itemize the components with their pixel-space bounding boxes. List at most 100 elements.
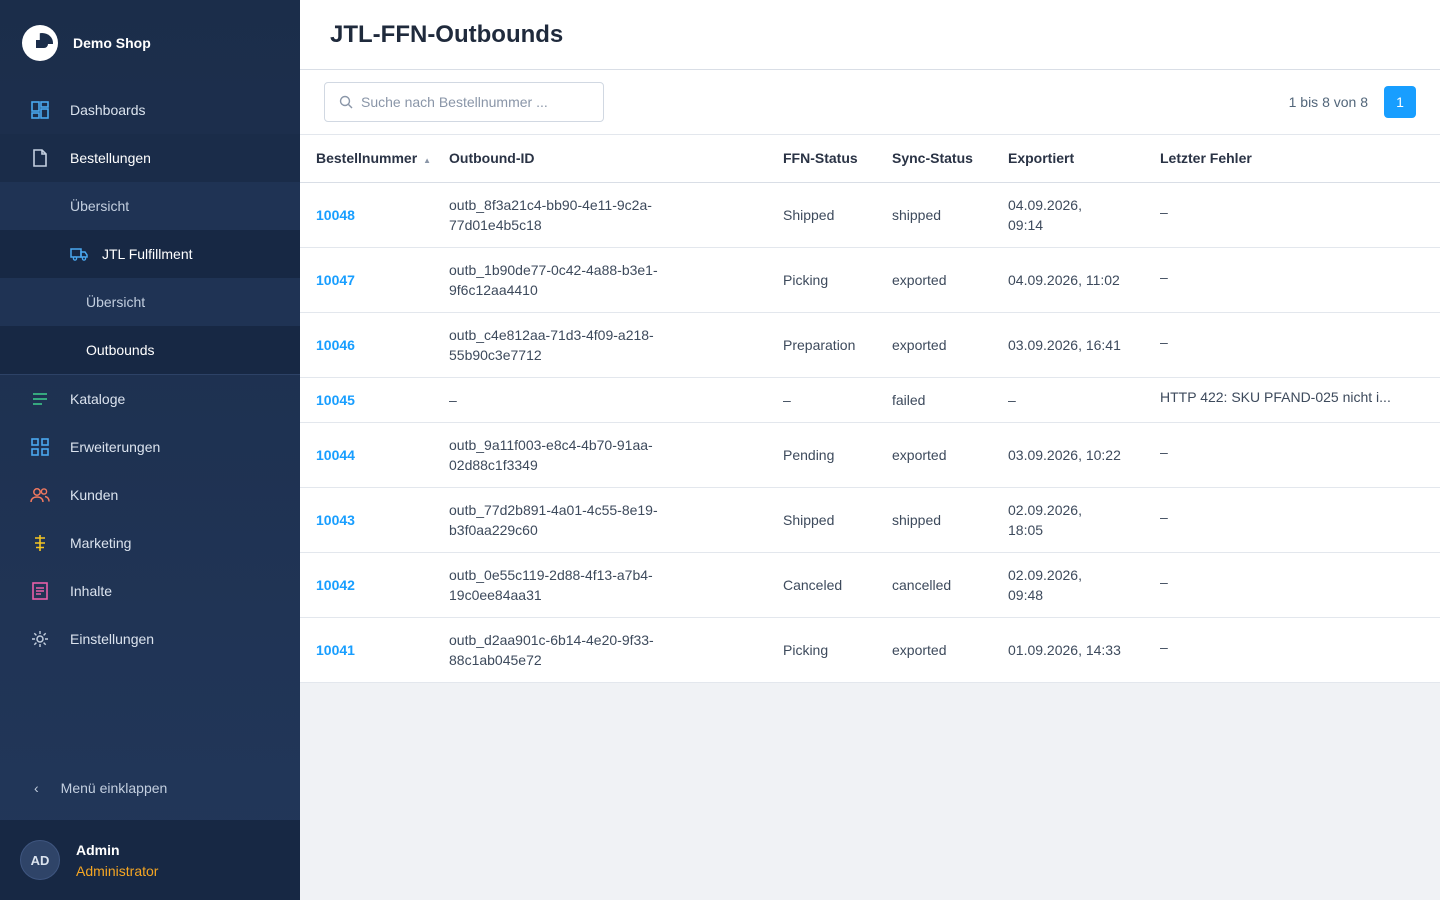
sync-status: shipped (892, 182, 1008, 248)
brand[interactable]: Demo Shop (0, 0, 300, 86)
ffn-status: Preparation (783, 312, 892, 378)
content-icon (30, 581, 50, 601)
nav-subsub-outbounds[interactable]: Outbounds (0, 326, 300, 374)
nav-label: Kunden (70, 487, 119, 503)
last-error: – (1160, 334, 1168, 350)
chevron-left-icon: ‹ (34, 780, 39, 796)
ffn-status: Shipped (783, 487, 892, 553)
collapse-menu-button[interactable]: ‹ Menü einklappen (0, 764, 300, 812)
sync-status: cancelled (892, 552, 1008, 618)
last-error: HTTP 422: SKU PFAND-025 nicht i... (1160, 389, 1391, 405)
sidebar: Demo Shop Dashboards Bestellungen Übersi… (0, 0, 300, 900)
nav-item-bestellungen[interactable]: Bestellungen (0, 134, 300, 182)
column-header-exportiert[interactable]: Exportiert (1008, 135, 1160, 183)
exported-date: 04.09.2026, 11:02 (1008, 271, 1120, 288)
list-icon (30, 389, 50, 409)
nav-label: Outbounds (86, 342, 155, 358)
page-button-1[interactable]: 1 (1384, 86, 1416, 118)
outbound-id: outb_77d2b891-4a01-4c55-8e19-b3f0aa229c6… (449, 501, 658, 538)
exported-date: 03.09.2026, 10:22 (1008, 446, 1121, 463)
page-title: JTL-FFN-Outbounds (330, 20, 564, 48)
column-header-letzter-fehler[interactable]: Letzter Fehler (1160, 135, 1440, 183)
sync-status: shipped (892, 487, 1008, 553)
sync-status: exported (892, 617, 1008, 683)
nav-sub-jtl-fulfillment[interactable]: JTL Fulfillment (0, 230, 300, 278)
nav-subsub-uebersicht[interactable]: Übersicht (0, 278, 300, 326)
nav-label: Bestellungen (70, 150, 151, 166)
nav-label: Übersicht (70, 198, 130, 214)
exported-date: 02.09.2026, 18:05 (1008, 501, 1082, 538)
table-row: 10042 outb_0e55c119-2d88-4f13-a7b4-19c0e… (300, 552, 1440, 618)
nav-label: Inhalte (70, 583, 113, 599)
user-name: Admin (76, 841, 120, 858)
exported-date: 01.09.2026, 14:33 (1008, 641, 1121, 658)
search-input[interactable] (361, 94, 591, 110)
nav-sub-uebersicht[interactable]: Übersicht (0, 182, 300, 230)
exported-date: 04.09.2026, 09:14 (1008, 196, 1082, 233)
outbound-id: outb_c4e812aa-71d3-4f09-a218-55b90c3e771… (449, 326, 654, 363)
nav-label: JTL Fulfillment (102, 246, 193, 262)
signpost-icon (30, 533, 50, 553)
ffn-status: Shipped (783, 182, 892, 248)
gear-icon (30, 629, 50, 649)
page-header: JTL-FFN-Outbounds (300, 0, 1440, 70)
table-row: 10047 outb_1b90de77-0c42-4a88-b3e1-9f6c1… (300, 247, 1440, 313)
sync-status: exported (892, 247, 1008, 313)
outbounds-table: Bestellnummer ▲ Outbound-ID FFN-Status Sy… (300, 135, 1440, 683)
nav-item-dashboards[interactable]: Dashboards (0, 86, 300, 134)
order-link[interactable]: 10044 (316, 447, 355, 463)
user-panel[interactable]: AD Admin Administrator (0, 820, 300, 900)
exported-date: 03.09.2026, 16:41 (1008, 336, 1121, 353)
ffn-status: Canceled (783, 552, 892, 618)
avatar: AD (20, 840, 60, 880)
nav-label: Dashboards (70, 102, 146, 118)
order-link[interactable]: 10043 (316, 512, 355, 528)
user-role: Administrator (76, 862, 159, 879)
order-link[interactable]: 10046 (316, 337, 355, 353)
toolbar: 1 bis 8 von 8 1 (300, 70, 1440, 135)
nav-item-einstellungen[interactable]: Einstellungen (0, 615, 300, 663)
outbound-id: outb_1b90de77-0c42-4a88-b3e1-9f6c12aa441… (449, 261, 658, 298)
nav-item-inhalte[interactable]: Inhalte (0, 567, 300, 615)
table-header-row: Bestellnummer ▲ Outbound-ID FFN-Status Sy… (300, 135, 1440, 183)
table-row: 10043 outb_77d2b891-4a01-4c55-8e19-b3f0a… (300, 487, 1440, 553)
nav-item-erweiterungen[interactable]: Erweiterungen (0, 423, 300, 471)
table-row: 10041 outb_d2aa901c-6b14-4e20-9f33-88c1a… (300, 617, 1440, 683)
sync-status: exported (892, 422, 1008, 488)
pagination-summary: 1 bis 8 von 8 (1288, 94, 1368, 110)
nav-item-kunden[interactable]: Kunden (0, 471, 300, 519)
nav-item-marketing[interactable]: Marketing (0, 519, 300, 567)
column-header-bestellnummer[interactable]: Bestellnummer ▲ (300, 135, 449, 183)
order-link[interactable]: 10048 (316, 207, 355, 223)
pagination: 1 bis 8 von 8 1 (1289, 86, 1416, 118)
table-row: 10045 – – failed – HTTP 422: SKU PFAND-0… (300, 377, 1440, 423)
search-box[interactable] (324, 82, 604, 122)
column-header-outbound-id[interactable]: Outbound-ID (449, 135, 783, 183)
column-header-sync-status[interactable]: Sync-Status (892, 135, 1008, 183)
nav-item-kataloge[interactable]: Kataloge (0, 375, 300, 423)
ffn-status: – (783, 377, 892, 423)
grid-icon (30, 437, 50, 457)
last-error: – (1160, 444, 1168, 460)
order-link[interactable]: 10042 (316, 577, 355, 593)
collapse-label: Menü einklappen (60, 780, 168, 796)
column-header-ffn-status[interactable]: FFN-Status (783, 135, 892, 183)
last-error: – (1160, 574, 1168, 590)
nav-label: Einstellungen (70, 631, 155, 647)
exported-date: – (1008, 391, 1016, 408)
dashboard-icon (30, 100, 50, 120)
last-error: – (1160, 204, 1168, 220)
order-link[interactable]: 10041 (316, 642, 355, 658)
nav-label: Übersicht (86, 294, 146, 310)
nav-label: Marketing (70, 535, 132, 551)
outbound-id: outb_d2aa901c-6b14-4e20-9f33-88c1ab045e7… (449, 631, 654, 668)
outbound-id: outb_9a11f003-e8c4-4b70-91aa-02d88c1f334… (449, 436, 653, 473)
outbound-id: outb_0e55c119-2d88-4f13-a7b4-19c0ee84aa3… (449, 566, 653, 603)
sync-status: failed (892, 377, 1008, 423)
order-link[interactable]: 10047 (316, 272, 355, 288)
order-link[interactable]: 10045 (316, 392, 355, 408)
truck-icon (70, 247, 88, 261)
ffn-status: Pending (783, 422, 892, 488)
sort-ascending-icon: ▲ (423, 156, 432, 166)
users-icon (30, 485, 50, 505)
